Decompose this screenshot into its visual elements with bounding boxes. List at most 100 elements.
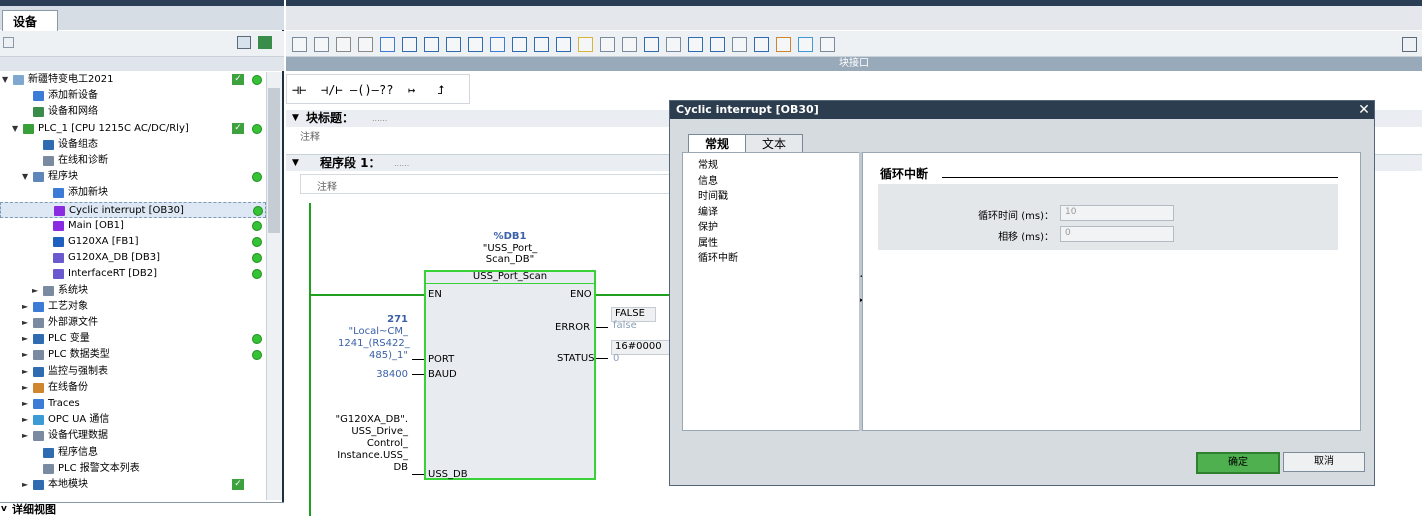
monitor-icon[interactable]: [578, 37, 593, 52]
tree-item[interactable]: ▼ 新疆特变电工2021 ✓: [0, 72, 266, 88]
tree-item[interactable]: Main [OB1]: [0, 218, 266, 234]
tree-item[interactable]: ► OPC UA 通信: [0, 412, 266, 428]
block-title-value[interactable]: ......: [372, 110, 387, 127]
open-all-icon[interactable]: [600, 37, 615, 52]
network-comment[interactable]: 注释: [300, 174, 670, 194]
tree-expand-arrow-icon[interactable]: ►: [22, 364, 28, 380]
go-to-error-icon[interactable]: [534, 37, 549, 52]
details-view-header[interactable]: v 详细视图: [0, 502, 284, 516]
absolute-address-icon[interactable]: [424, 37, 439, 52]
tag-info-icon[interactable]: [446, 37, 461, 52]
expand-icon[interactable]: [490, 37, 505, 52]
stl-icon[interactable]: [754, 37, 769, 52]
tree-item[interactable]: Cyclic interrupt [OB30]: [0, 201, 266, 218]
tree-item[interactable]: InterfaceRT [DB2]: [0, 266, 266, 282]
close-all-icon[interactable]: [622, 37, 637, 52]
tree-expand-arrow-icon[interactable]: ►: [32, 283, 38, 299]
no-contact-icon[interactable]: ⊣⊢: [292, 83, 306, 97]
open-branch-icon[interactable]: ↦: [408, 83, 415, 97]
dialog-nav-item[interactable]: 编译: [698, 203, 718, 218]
dialog-nav-item[interactable]: 常规: [698, 156, 718, 171]
dialog-nav-item[interactable]: 保护: [698, 218, 718, 233]
network-icon[interactable]: [258, 36, 272, 49]
tab-devices[interactable]: 设备: [2, 10, 58, 31]
block-interface-strip[interactable]: 块接口: [286, 57, 1422, 71]
tree-item[interactable]: ► 设备代理数据: [0, 428, 266, 444]
tree-expand-arrow-icon[interactable]: ►: [22, 477, 28, 493]
comments-icon[interactable]: [468, 37, 483, 52]
collapse-icon[interactable]: [512, 37, 527, 52]
tree-item[interactable]: 添加新设备: [0, 88, 266, 104]
next-error-icon[interactable]: [666, 37, 681, 52]
tree-item[interactable]: ► 系统块: [0, 283, 266, 299]
jump-icon[interactable]: [380, 37, 395, 52]
tree-item[interactable]: ► 在线备份: [0, 380, 266, 396]
scl-icon[interactable]: [688, 37, 703, 52]
ok-button[interactable]: 确定: [1196, 452, 1280, 474]
dialog-nav-item[interactable]: 信息: [698, 172, 718, 187]
dialog-nav-item[interactable]: 时间戳: [698, 187, 728, 202]
empty-box-icon[interactable]: ??: [379, 83, 393, 97]
insert-network-icon[interactable]: [292, 37, 307, 52]
add-row-icon[interactable]: [358, 37, 373, 52]
tree-expand-arrow-icon[interactable]: ►: [22, 315, 28, 331]
view-icon[interactable]: [3, 37, 14, 48]
tree-item[interactable]: 设备和网络: [0, 104, 266, 120]
tree-item[interactable]: ► PLC 变量: [0, 331, 266, 347]
cycle-time-input[interactable]: 10: [1060, 205, 1174, 221]
tree-item[interactable]: G120XA_DB [DB3]: [0, 250, 266, 266]
tree-expand-arrow-icon[interactable]: ►: [22, 347, 28, 363]
cancel-button[interactable]: 取消: [1283, 452, 1365, 472]
tree-item[interactable]: 设备组态: [0, 137, 266, 153]
collapse-arrow-icon[interactable]: ▼: [292, 110, 299, 127]
tree-item[interactable]: G120XA [FB1]: [0, 234, 266, 250]
tree-expand-arrow-icon[interactable]: ▼: [2, 72, 8, 88]
lad-icon[interactable]: [710, 37, 725, 52]
compare-icon[interactable]: [556, 37, 571, 52]
delete-network-icon[interactable]: [314, 37, 329, 52]
port-symbol[interactable]: "Local~CM_ 1241_(RS422_ 485)_1": [338, 326, 410, 362]
tree-item[interactable]: ► PLC 数据类型: [0, 347, 266, 363]
monitoring-on-icon[interactable]: [776, 37, 791, 52]
overview-icon[interactable]: [237, 36, 251, 49]
tree-item[interactable]: ▼ 程序块: [0, 169, 266, 185]
modify-icon[interactable]: [798, 37, 813, 52]
network-title-value[interactable]: ......: [394, 155, 409, 172]
show-favorites-icon[interactable]: [402, 37, 417, 52]
tree-item[interactable]: ► Traces: [0, 396, 266, 412]
insert-row-icon[interactable]: [336, 37, 351, 52]
baud-value[interactable]: 38400: [340, 369, 408, 380]
tree-expand-arrow-icon[interactable]: ►: [22, 412, 28, 428]
dialog-nav-item[interactable]: 循环中断: [698, 249, 738, 264]
tree-item[interactable]: ► 监控与强制表: [0, 364, 266, 380]
collapse-arrow-icon[interactable]: ▼: [292, 155, 299, 172]
port-value[interactable]: 271: [340, 314, 408, 325]
settings-icon[interactable]: [820, 37, 835, 52]
split-view-icon[interactable]: [1402, 37, 1417, 52]
tree-expand-arrow-icon[interactable]: ▼: [22, 169, 28, 185]
tree-item[interactable]: 在线和诊断: [0, 153, 266, 169]
close-icon[interactable]: ✕: [1356, 102, 1372, 118]
tree-item[interactable]: ▼ PLC_1 [CPU 1215C AC/DC/Rly] ✓: [0, 121, 266, 137]
tree-item[interactable]: PLC 报警文本列表: [0, 461, 266, 477]
previous-error-icon[interactable]: [644, 37, 659, 52]
tree-item[interactable]: ► 本地模块 ✓: [0, 477, 266, 493]
tree-item[interactable]: ► 外部源文件: [0, 315, 266, 331]
tree-expand-arrow-icon[interactable]: ▼: [12, 121, 18, 137]
ussdb-symbol[interactable]: "G120XA_DB". USS_Drive_ Control_ Instanc…: [334, 414, 408, 474]
tree-expand-arrow-icon[interactable]: ►: [22, 331, 28, 347]
close-branch-icon[interactable]: ⮥: [437, 83, 444, 98]
coil-icon[interactable]: –()–: [350, 83, 379, 97]
tree-item[interactable]: ► 工艺对象: [0, 299, 266, 315]
block-comment[interactable]: 注释: [300, 128, 320, 143]
tree-item[interactable]: 程序信息: [0, 445, 266, 461]
fbd-icon[interactable]: [732, 37, 747, 52]
tree-scrollbar-thumb[interactable]: [268, 88, 280, 233]
tree-expand-arrow-icon[interactable]: ►: [22, 428, 28, 444]
tree-expand-arrow-icon[interactable]: ►: [22, 380, 28, 396]
tree-item[interactable]: 添加新块: [0, 185, 266, 201]
dialog-nav-item[interactable]: 属性: [698, 234, 718, 249]
nc-contact-icon[interactable]: ⊣/⊢: [321, 83, 343, 97]
tree-expand-arrow-icon[interactable]: ►: [22, 396, 28, 412]
phase-offset-input[interactable]: 0: [1060, 226, 1174, 242]
